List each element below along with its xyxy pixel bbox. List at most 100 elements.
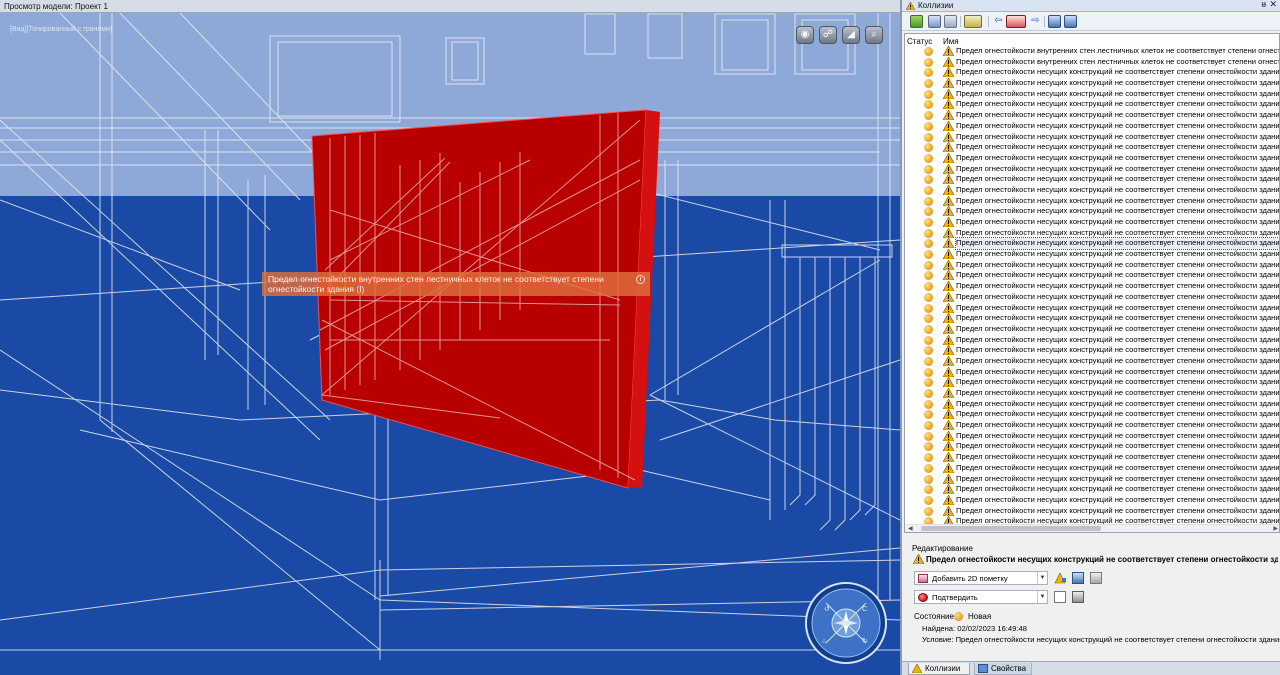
tab-collisions[interactable]: Коллизии [908,663,970,675]
status-new-icon[interactable] [924,185,933,195]
status-new-icon[interactable] [924,250,933,260]
zoom-icon[interactable]: ⌕ [865,26,883,44]
clash-row[interactable]: Предел огнестойкости внутренних стен лес… [905,56,1279,68]
clash-row[interactable]: Предел огнестойкости несущих конструкций… [905,237,1279,250]
status-new-icon[interactable] [924,410,933,420]
status-new-icon[interactable] [924,196,933,206]
clash-row[interactable]: Предел огнестойкости несущих конструкций… [905,110,1279,121]
clash-row[interactable]: Предел огнестойкости несущих конструкций… [905,174,1279,185]
refresh-icon[interactable] [928,15,941,28]
clash-row[interactable]: Предел огнестойкости несущих конструкций… [905,78,1279,89]
highlight-icon[interactable] [1006,15,1026,28]
status-new-icon[interactable] [924,260,933,270]
clash-row[interactable]: Предел огнестойкости несущих конструкций… [905,281,1279,292]
clash-row[interactable]: Предел огнестойкости несущих конструкций… [905,388,1279,399]
status-new-icon[interactable] [924,303,933,313]
tab-properties[interactable]: Свойства [974,663,1032,675]
status-new-icon[interactable] [924,164,933,174]
status-new-icon[interactable] [924,389,933,398]
clash-row[interactable]: Предел огнестойкости несущих конструкций… [905,452,1279,463]
status-new-icon[interactable] [924,57,933,67]
status-new-icon[interactable] [924,292,933,302]
status-new-icon[interactable] [924,442,933,452]
clash-row[interactable]: Предел огнестойкости несущих конструкций… [905,473,1279,485]
action-combo[interactable]: Подтвердить ▼ [914,590,1048,604]
print-icon[interactable] [1090,572,1102,584]
status-new-icon[interactable] [924,453,933,463]
status-new-icon[interactable] [924,324,933,334]
column-header-name[interactable]: Имя [943,37,959,46]
clash-row[interactable]: Предел огнестойкости несущих конструкций… [905,323,1279,335]
close-icon[interactable]: ✕ [1269,0,1277,10]
clash-row[interactable]: Предел огнестойкости несущих конструкций… [905,398,1279,410]
status-new-icon[interactable] [924,218,933,227]
status-new-icon[interactable] [924,89,933,99]
warning-add-icon[interactable] [1054,572,1066,584]
clash-row[interactable]: Предел огнестойкости несущих конструкций… [905,184,1279,196]
status-new-icon[interactable] [924,356,933,366]
status-new-icon[interactable] [924,463,933,473]
model-viewport[interactable]: Просмотр модели: Проект 1 [Вид][Тонирова… [0,0,900,675]
clash-row[interactable]: Предел огнестойкости несущих конструкций… [905,441,1279,452]
clash-row[interactable]: Предел огнестойкости несущих конструкций… [905,291,1279,303]
status-new-icon[interactable] [924,399,933,409]
clash-row[interactable]: Предел огнестойкости несущих конструкций… [905,120,1279,132]
status-new-icon[interactable] [924,47,933,56]
status-new-icon[interactable] [924,153,933,163]
clash-row[interactable]: Предел огнестойкости несущих конструкций… [905,163,1279,175]
filter-icon[interactable] [964,15,982,28]
status-new-icon[interactable] [924,506,933,516]
clash-row[interactable]: Предел огнестойкости несущих конструкций… [905,345,1279,356]
info-icon[interactable]: i [636,275,645,284]
status-new-icon[interactable] [924,346,933,356]
clash-row[interactable]: Предел огнестойкости несущих конструкций… [905,377,1279,388]
arrow-right-icon[interactable]: ⇨ [1029,15,1042,28]
status-new-icon[interactable] [924,367,933,377]
markup-combo[interactable]: Добавить 2D пометку ▼ [914,571,1048,585]
clash-row[interactable]: Предел огнестойкости внутренних стен лес… [905,46,1279,57]
clash-row[interactable]: Предел огнестойкости несущих конструкций… [905,195,1279,207]
status-new-icon[interactable] [924,121,933,131]
scroll-left-icon[interactable]: ◀ [908,525,913,532]
clash-row[interactable]: Предел огнестойкости несущих конструкций… [905,227,1279,239]
clash-row[interactable]: Предел огнестойкости несущих конструкций… [905,131,1279,143]
clash-row[interactable]: Предел огнестойкости несущих конструкций… [905,249,1279,260]
status-new-icon[interactable] [924,282,933,292]
run-check-icon[interactable] [910,15,923,28]
status-new-icon[interactable] [924,378,933,388]
clash-row[interactable]: Предел огнестойкости несущих конструкций… [905,334,1279,346]
export-icon[interactable] [1048,15,1061,28]
status-new-icon[interactable] [924,175,933,185]
import-icon[interactable] [1064,15,1077,28]
status-new-icon[interactable] [924,143,933,153]
status-new-icon[interactable] [924,132,933,142]
clash-row[interactable]: Предел огнестойкости несущих конструкций… [905,206,1279,217]
status-new-icon[interactable] [924,474,933,484]
navigation-wheel[interactable]: ↺ C ⌂ ↻ [804,581,888,665]
status-new-icon[interactable] [924,421,933,431]
chevron-down-icon[interactable]: ▼ [1037,591,1047,603]
report-icon[interactable] [944,15,957,28]
status-new-icon[interactable] [924,79,933,89]
status-new-icon[interactable] [924,271,933,281]
scrollbar-thumb[interactable] [921,526,1101,531]
status-new-icon[interactable] [924,495,933,505]
eye-icon[interactable]: ◉ [796,26,814,44]
clash-row[interactable]: Предел огнестойкости несущих конструкций… [905,142,1279,153]
status-new-icon[interactable] [924,111,933,121]
orbit-icon[interactable]: ☍ [819,26,837,44]
clash-row[interactable]: Предел огнестойкости несущих конструкций… [905,366,1279,378]
clash-row[interactable]: Предел огнестойкости несущих конструкций… [905,99,1279,110]
clash-list[interactable]: Статус Имя Предел огнестойкости внутренн… [904,33,1280,533]
clash-row[interactable]: Предел огнестойкости несущих конструкций… [905,302,1279,314]
clash-row[interactable]: Предел огнестойкости несущих конструкций… [905,505,1279,517]
comment-icon[interactable] [1054,591,1066,603]
clash-row[interactable]: Предел огнестойкости несущих конструкций… [905,484,1279,495]
camera-icon[interactable] [1072,591,1084,603]
clash-row[interactable]: Предел огнестойкости несущих конструкций… [905,270,1279,281]
clash-row[interactable]: Предел огнестойкости несущих конструкций… [905,152,1279,164]
pan-icon[interactable]: ◢ [842,26,860,44]
status-new-icon[interactable] [924,485,933,495]
status-new-icon[interactable] [924,314,933,324]
clash-row[interactable]: Предел огнестойкости несущих конструкций… [905,88,1279,100]
